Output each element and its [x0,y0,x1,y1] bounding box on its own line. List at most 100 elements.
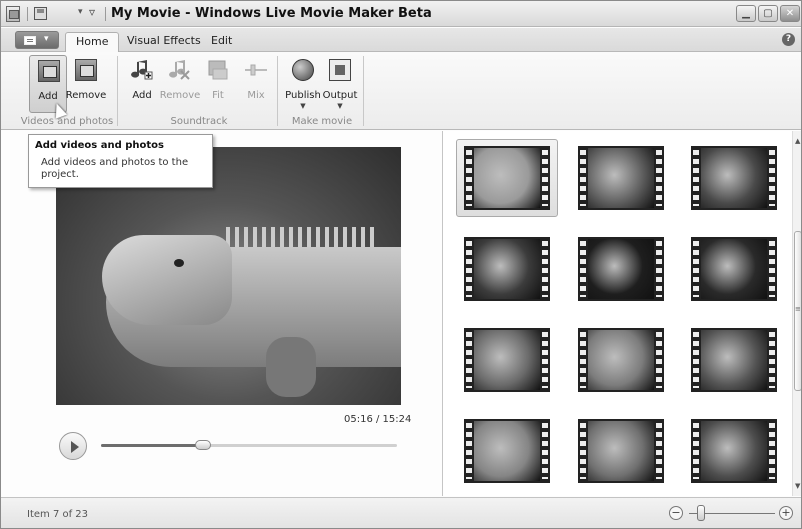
scroll-up-icon[interactable]: ▲ [795,137,800,145]
film-sprocket [693,150,699,206]
storyboard-scrollbar[interactable]: ▲ ≡ ▼ [792,131,801,496]
button-label: Remove [65,90,107,101]
group-separator [117,56,118,126]
maximize-button[interactable]: ▢ [758,5,778,22]
film-sprocket [542,332,548,388]
film-sprocket [466,423,472,479]
mix-button[interactable]: Mix [237,55,275,113]
thumbnail-frame [701,330,767,390]
thumbnail-frame [701,239,767,299]
customize-toolbar-icon[interactable]: ▿ [89,5,95,19]
fit-button[interactable]: Fit [199,55,237,113]
qat-separator [105,7,106,21]
iguana-leg [266,337,316,397]
storyboard-thumbnail[interactable] [578,419,664,483]
window-title: My Movie - Windows Live Movie Maker Beta [111,6,432,21]
add-video-icon [38,60,60,82]
app-window: ▾ ▿ My Movie - Windows Live Movie Maker … [0,0,802,529]
output-icon [329,59,351,81]
thumbnail-frame [588,330,654,390]
undo-dropdown-icon[interactable]: ▾ [78,7,83,17]
help-icon[interactable]: ? [782,33,795,46]
film-sprocket [466,332,472,388]
thumbnail-frame [588,421,654,481]
storyboard-thumbnail[interactable] [578,237,664,301]
tooltip: Add videos and photos Add videos and pho… [28,134,213,188]
group-separator [363,56,364,126]
qat-separator [27,7,28,21]
storyboard-thumbnail[interactable] [578,328,664,392]
film-sprocket [580,150,586,206]
seek-bar[interactable] [101,440,397,450]
status-bar: Item 7 of 23 − + [1,497,801,528]
film-sprocket [656,241,662,297]
fit-icon [208,60,228,80]
group-label-soundtrack: Soundtrack [170,116,228,127]
output-button[interactable]: Output ▼ [321,55,359,113]
film-sprocket [580,241,586,297]
close-icon: ✕ [785,8,795,19]
chevron-down-icon: ▼ [337,102,343,110]
iguana-spikes [226,227,376,247]
storyboard-thumbnail[interactable] [691,419,777,483]
play-button[interactable] [59,432,87,460]
storyboard-thumbnail[interactable] [464,328,550,392]
storyboard-thumbnail[interactable] [691,146,777,210]
film-sprocket [542,150,548,206]
thumbnail-frame [701,148,767,208]
timecode: 05:16 / 15:24 [344,414,412,425]
add-music-button[interactable]: Add [123,55,161,113]
publish-button[interactable]: Publish ▼ [284,55,322,113]
thumbnail-frame [701,421,767,481]
film-sprocket [769,241,775,297]
status-text: Item 7 of 23 [27,509,89,520]
grip-icon: ≡ [795,305,801,313]
tooltip-body: Add videos and photos to the project. [41,157,189,180]
remove-video-icon [75,59,97,81]
mix-icon [245,64,267,76]
seek-thumb[interactable] [195,440,212,450]
seek-progress [101,444,204,447]
film-sprocket [769,332,775,388]
film-sprocket [656,332,662,388]
storyboard-thumbnail[interactable] [578,146,664,210]
storyboard-thumbnail[interactable] [691,328,777,392]
thumbnail-frame [474,330,540,390]
storyboard-thumbnail[interactable] [464,419,550,483]
storyboard-thumbnail[interactable] [464,146,550,210]
application-menu-button[interactable]: ▾ [15,31,59,49]
minimize-button[interactable]: ▁ [736,5,756,22]
group-label-make-movie: Make movie [291,116,353,127]
button-label: Mix [247,90,265,101]
film-sprocket [542,423,548,479]
scroll-down-icon[interactable]: ▼ [795,482,800,490]
thumbnail-frame [588,239,654,299]
storyboard-thumbnail[interactable] [464,237,550,301]
zoom-out-button[interactable]: − [669,506,683,520]
film-sprocket [466,150,472,206]
thumbnail-frame [474,421,540,481]
film-sprocket [693,423,699,479]
iguana-eye [174,259,184,267]
film-sprocket [693,332,699,388]
remove-videos-button[interactable]: Remove [66,55,106,113]
tab-home[interactable]: Home [65,32,120,52]
tooltip-title: Add videos and photos [35,140,164,151]
group-separator [277,56,278,126]
chevron-down-icon: ▾ [44,34,49,44]
remove-music-button[interactable]: Remove [160,55,200,113]
zoom-slider-thumb[interactable] [697,505,705,521]
ribbon-tab-row: ▾ Home Visual Effects Edit ? [1,28,801,52]
save-icon[interactable] [34,7,47,20]
film-sprocket [656,423,662,479]
zoom-in-button[interactable]: + [779,506,793,520]
app-icon[interactable] [6,6,20,22]
storyboard-pane [442,131,792,496]
tab-edit[interactable]: Edit [201,32,242,52]
iguana-head [102,235,232,325]
storyboard-thumbnail[interactable] [691,237,777,301]
tab-visual-effects[interactable]: Visual Effects [117,32,211,52]
close-button[interactable]: ✕ [780,5,800,22]
thumbnail-frame [474,148,540,208]
add-music-icon [131,60,153,80]
